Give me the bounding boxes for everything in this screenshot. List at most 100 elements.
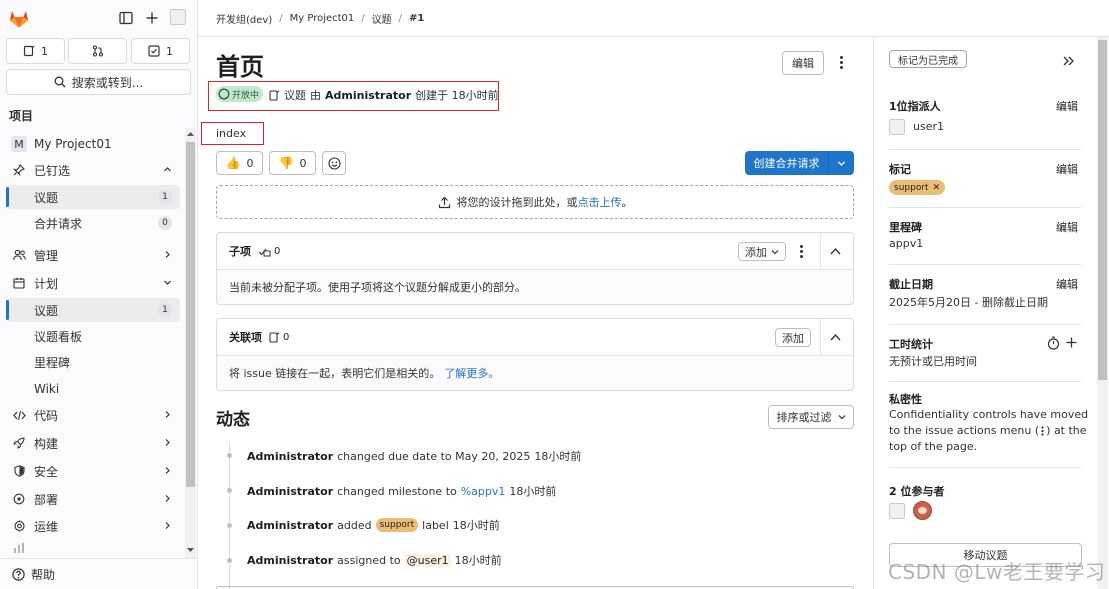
todos-count: 1 <box>166 44 173 58</box>
thumbs-up-icon: 👍 <box>225 156 241 170</box>
help-button[interactable]: 帮助 <box>0 558 197 589</box>
milestone-value[interactable]: appv1 <box>889 237 923 250</box>
issues-count-button[interactable]: 1 <box>6 38 65 64</box>
event-text: assigned to <box>337 553 401 567</box>
merge-requests-count-button[interactable] <box>68 38 127 64</box>
add-child-item-button[interactable]: 添加 <box>738 242 786 261</box>
divider <box>820 319 821 356</box>
page-scrollbar-thumb[interactable] <box>1098 40 1107 380</box>
sidebar-item-code[interactable]: 代码 <box>6 403 180 427</box>
participants-title: 2 位参与者 <box>889 485 945 498</box>
labels-edit-button[interactable]: 编辑 <box>1056 161 1078 177</box>
due-date-edit-button[interactable]: 编辑 <box>1056 276 1078 292</box>
breadcrumb-separator: / <box>279 12 283 24</box>
mark-done-button[interactable]: 标记为已完成 <box>889 50 967 68</box>
scroll-down-arrow-icon[interactable] <box>186 547 195 553</box>
sidebar-item-security[interactable]: 安全 <box>6 459 180 483</box>
sidebar-item-pinned-merge-requests[interactable]: 合并请求 0 <box>6 211 180 235</box>
sidebar-item-operate[interactable]: 运维 <box>6 514 180 538</box>
chevron-up-icon[interactable] <box>830 247 841 256</box>
event-actor[interactable]: Administrator <box>247 554 333 567</box>
chevron-up-icon <box>164 167 171 172</box>
right-sidebar <box>873 37 1109 589</box>
milestone-ref-link[interactable]: %appv1 <box>461 485 506 498</box>
thumbs-up-button[interactable]: 👍 0 <box>216 151 263 175</box>
remove-label-icon[interactable]: ✕ <box>933 183 941 193</box>
sidebar-scrollbar-thumb[interactable] <box>186 142 195 487</box>
participant-avatar[interactable] <box>889 503 905 519</box>
create-mr-dropdown[interactable] <box>829 151 854 175</box>
assignee-edit-button[interactable]: 编辑 <box>1056 98 1078 114</box>
collapse-sidebar-icon[interactable] <box>1063 56 1074 66</box>
sidebar-item-build[interactable]: 构建 <box>6 431 180 455</box>
create-merge-request-button[interactable]: 创建合并请求 <box>745 151 854 175</box>
issue-icon <box>23 45 35 57</box>
status-label: 开放中 <box>232 90 260 101</box>
milestone-title: 里程碑 <box>889 221 922 234</box>
issue-actions-kebab-icon[interactable] <box>840 56 844 70</box>
linked-items-empty: 将 issue 链接在一起，表明它们是相关的。 了解更多。 <box>217 356 853 390</box>
user-avatar[interactable] <box>170 9 186 25</box>
todos-count-button[interactable]: 1 <box>131 38 190 64</box>
gitlab-logo[interactable] <box>9 9 29 28</box>
sidebar-toggle-icon[interactable] <box>119 11 135 27</box>
linked-items-count-value: 0 <box>283 331 290 343</box>
learn-more-link[interactable]: 了解更多。 <box>444 365 499 381</box>
upload-link[interactable]: 点击上传 <box>578 194 622 210</box>
create-merge-request-label[interactable]: 创建合并请求 <box>745 151 829 175</box>
sort-filter-dropdown[interactable]: 排序或过滤 <box>768 405 854 429</box>
event-time: 18小时前 <box>452 519 500 532</box>
label-badge[interactable]: support <box>375 518 419 532</box>
due-date-title: 截止日期 <box>889 278 933 291</box>
calendar-icon <box>11 275 27 291</box>
sidebar-item-pinned[interactable]: 已钉选 <box>6 158 180 182</box>
privacy-text-line-3: top of the page. <box>889 440 978 453</box>
child-items-count: 0 <box>258 246 280 257</box>
linked-items-card: 关联项 0 添加 将 issue 链接在一起，表明它们是相关的。 了解更多。 <box>216 318 854 391</box>
count-badge: 1 <box>158 190 172 204</box>
breadcrumb-item[interactable]: My Project01 <box>290 13 355 24</box>
sidebar-item-label: 构建 <box>34 436 59 451</box>
scroll-up-arrow-icon[interactable] <box>186 131 195 137</box>
stopwatch-icon[interactable] <box>1047 336 1060 350</box>
pin-icon <box>11 162 27 178</box>
sidebar-item-issue-boards[interactable]: 议题看板 <box>6 324 180 348</box>
plus-icon[interactable] <box>145 11 161 27</box>
event-actor[interactable]: Administrator <box>247 485 333 498</box>
sidebar-item-plan[interactable]: 计划 <box>6 271 180 295</box>
sidebar-item-manage[interactable]: 管理 <box>6 243 180 267</box>
participant-avatar[interactable] <box>913 501 932 520</box>
design-dropzone[interactable]: 将您的设计拖到此处，或 点击上传。 <box>216 185 854 219</box>
breadcrumb-item[interactable]: 开发组(dev) <box>216 11 272 26</box>
thumbs-down-icon: 👎 <box>278 156 294 170</box>
event-actor[interactable]: Administrator <box>247 450 333 463</box>
add-reaction-button[interactable] <box>322 151 346 175</box>
child-items-kebab-icon[interactable] <box>800 245 804 259</box>
add-linked-item-button[interactable]: 添加 <box>775 328 811 347</box>
divider <box>889 467 1081 468</box>
sidebar-item-plan-issues[interactable]: 议题 1 <box>6 298 180 322</box>
sidebar-item-label: 计划 <box>34 276 59 291</box>
thumbs-down-button[interactable]: 👎 0 <box>269 151 316 175</box>
breadcrumb-item[interactable]: 议题 <box>372 11 392 26</box>
label-support-chip[interactable]: support ✕ <box>889 180 946 195</box>
milestone-edit-button[interactable]: 编辑 <box>1056 219 1078 235</box>
breadcrumb-current[interactable]: #1 <box>409 13 424 24</box>
sidebar-item-pinned-issues[interactable]: 议题 1 <box>6 185 180 209</box>
sidebar-item-label: 代码 <box>34 408 59 423</box>
assignee-name[interactable]: user1 <box>913 120 944 133</box>
chevron-up-icon[interactable] <box>830 333 841 342</box>
add-time-icon[interactable] <box>1066 337 1077 348</box>
chevron-down-icon <box>838 161 845 166</box>
sidebar-item-deploy[interactable]: 部署 <box>6 487 180 511</box>
event-actor[interactable]: Administrator <box>247 519 333 532</box>
chevron-down-icon <box>164 280 171 285</box>
sidebar-item-wiki[interactable]: Wiki <box>6 377 180 401</box>
user-mention[interactable]: @user1 <box>404 553 451 567</box>
project-link[interactable]: M My Project01 <box>6 132 180 156</box>
edit-issue-button[interactable]: 编辑 <box>782 51 824 75</box>
search-button[interactable]: 搜索或转到... <box>6 69 191 95</box>
count-badge: 1 <box>158 303 172 317</box>
sidebar-item-milestones[interactable]: 里程碑 <box>6 350 180 374</box>
author-link[interactable]: Administrator <box>325 89 411 102</box>
